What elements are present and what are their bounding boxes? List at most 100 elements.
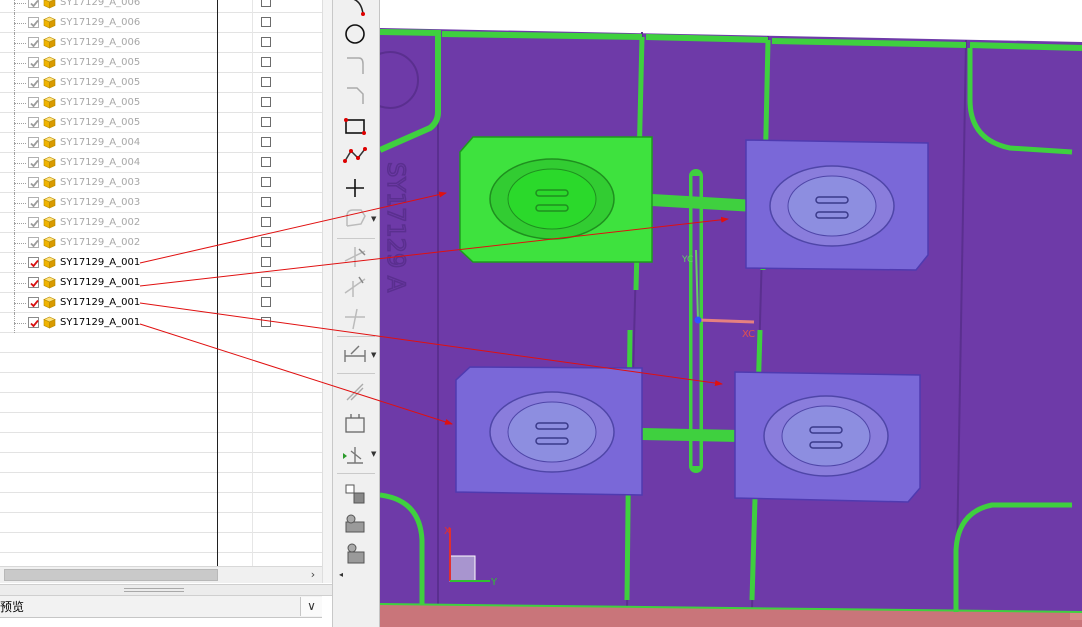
corner-icon[interactable] [341,305,369,331]
polyline-icon[interactable] [341,143,369,169]
offset-curve-icon[interactable]: ▼ [341,206,376,232]
row-option-checkbox[interactable] [261,317,271,327]
tree-row[interactable]: SY17129_A_002 [0,233,322,253]
visibility-checkbox[interactable] [28,177,39,188]
horizontal-scrollbar-thumb[interactable] [4,569,218,581]
top-rail [645,34,769,43]
visibility-checkbox[interactable] [28,117,39,128]
column-divider[interactable] [217,0,218,567]
vertical-scrollbar[interactable] [322,0,332,583]
visibility-checkbox[interactable] [28,217,39,228]
horizontal-scrollbar[interactable]: › [0,566,322,583]
arc-icon[interactable] [341,0,369,20]
row-option-checkbox[interactable] [261,117,271,127]
tree-row[interactable]: SY17129_A_003 [0,193,322,213]
row-option-checkbox[interactable] [261,97,271,107]
row-option-checkbox[interactable] [261,217,271,227]
tree-row[interactable]: SY17129_A_001 [0,273,322,293]
chamfer-icon[interactable] [341,82,369,108]
visibility-checkbox[interactable] [28,157,39,168]
rectangle-icon[interactable] [341,113,369,139]
extend-icon[interactable] [341,273,369,299]
molded-part [489,391,615,473]
preview-section-header[interactable]: 预览 ∨ [0,596,322,618]
tree-row[interactable]: SY17129_A_002 [0,213,322,233]
dropdown-arrow-icon[interactable]: ▼ [371,450,376,458]
tree-empty-row [0,433,322,453]
convert-icon[interactable]: ▼ [341,441,376,467]
tree-row[interactable]: SY17129_A_005 [0,73,322,93]
trim-icon[interactable] [341,243,369,269]
visibility-checkbox[interactable] [28,137,39,148]
fillet-icon[interactable] [341,52,369,78]
circle-icon[interactable] [341,21,369,47]
panel-splitter[interactable] [0,584,332,596]
chevron-down-icon[interactable]: ∨ [300,597,322,616]
tree-guide-line [14,83,26,84]
constraint-icon[interactable] [341,378,369,404]
component-cube-icon [43,216,56,229]
molded-part [489,158,615,240]
display-constraints-icon[interactable] [341,410,369,436]
row-option-checkbox[interactable] [261,57,271,67]
tree-row[interactable]: SY17129_A_004 [0,153,322,173]
visibility-checkbox[interactable] [28,237,39,248]
dropdown-arrow-icon[interactable]: ▼ [371,351,376,359]
row-option-checkbox[interactable] [261,257,271,267]
create-sketch-icon[interactable] [341,540,369,566]
splitter-grip-icon[interactable] [124,588,184,592]
row-option-checkbox[interactable] [261,277,271,287]
row-option-checkbox[interactable] [261,77,271,87]
row-option-checkbox[interactable] [261,17,271,27]
tree-row[interactable]: SY17129_A_005 [0,53,322,73]
inferred-constraints-icon[interactable] [341,510,369,536]
visibility-checkbox[interactable] [28,0,39,8]
tree-row[interactable]: SY17129_A_005 [0,113,322,133]
visibility-checkbox[interactable] [28,17,39,28]
tree-row[interactable]: SY17129_A_001 [0,253,322,273]
model-scene[interactable]: SY17129 A XC YC X Y [380,0,1082,627]
tree-row[interactable]: SY17129_A_005 [0,93,322,113]
tree-row[interactable]: SY17129_A_004 [0,133,322,153]
tree-row[interactable]: SY17129_A_001 [0,293,322,313]
tree-row[interactable]: SY17129_A_006 [0,0,322,13]
row-option-checkbox[interactable] [261,197,271,207]
row-option-checkbox[interactable] [261,137,271,147]
tree-row[interactable]: SY17129_A_003 [0,173,322,193]
tree-row[interactable]: SY17129_A_001 [0,313,322,333]
tree-guide-line [14,3,26,4]
visibility-checkbox[interactable] [28,77,39,88]
tree-guide-line [14,0,15,13]
visibility-checkbox[interactable] [28,317,39,328]
visibility-checkbox[interactable] [28,57,39,68]
toolbar-expand-icon[interactable]: ◂ [339,570,343,579]
alternate-solution-icon[interactable] [341,480,369,506]
visibility-checkbox[interactable] [28,277,39,288]
row-option-checkbox[interactable] [261,297,271,307]
point-icon[interactable] [341,175,369,201]
tree-row[interactable]: SY17129_A_006 [0,13,322,33]
visibility-checkbox[interactable] [28,97,39,108]
top-rail [771,38,967,48]
visibility-checkbox[interactable] [28,297,39,308]
visibility-checkbox[interactable] [28,37,39,48]
rapid-dimension-icon[interactable]: ▼ [341,342,376,368]
dropdown-arrow-icon[interactable]: ▼ [371,215,376,223]
column-divider [252,0,253,567]
tree-empty-row [0,333,322,353]
row-option-checkbox[interactable] [261,0,271,7]
component-name: SY17129_A_006 [60,37,141,48]
row-option-checkbox[interactable] [261,157,271,167]
row-option-checkbox[interactable] [261,177,271,187]
component-cube-icon [43,236,56,249]
visibility-checkbox[interactable] [28,197,39,208]
component-cube-icon [43,316,56,329]
tree-guide-line [14,283,26,284]
row-option-checkbox[interactable] [261,37,271,47]
visibility-checkbox[interactable] [28,257,39,268]
component-cube-icon [43,256,56,269]
row-option-checkbox[interactable] [261,237,271,247]
graphics-window[interactable]: SY17129 A XC YC X Y [380,0,1082,627]
scroll-right-icon[interactable]: › [306,567,320,583]
tree-row[interactable]: SY17129_A_006 [0,33,322,53]
